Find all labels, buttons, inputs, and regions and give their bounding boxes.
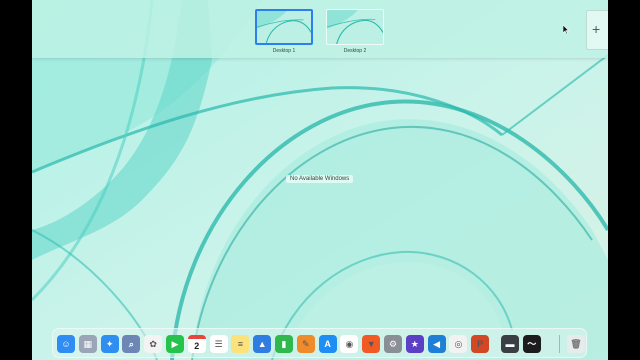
system-settings-icon[interactable]: ⚙: [384, 335, 402, 353]
photos-icon[interactable]: ✿: [144, 335, 163, 353]
plus-icon: +: [592, 21, 601, 37]
imovie-icon[interactable]: ★: [405, 335, 424, 353]
desktop-screen: Desktop 1 Desktop 2 + No Available Windo…: [32, 0, 608, 360]
launchpad-icon[interactable]: ▦: [78, 335, 97, 353]
notes-icon[interactable]: ≡: [231, 335, 250, 353]
vscode-icon[interactable]: ◀: [427, 335, 446, 353]
mouse-cursor-icon: [563, 25, 569, 34]
calendar-icon[interactable]: 2: [187, 335, 206, 353]
spaces-bar: Desktop 1 Desktop 2 +: [32, 0, 608, 58]
keynote-icon[interactable]: ▲: [253, 335, 272, 353]
numbers-icon[interactable]: ▮: [275, 335, 293, 353]
preview-icon[interactable]: ⌕: [122, 335, 141, 353]
desktop-1-label: Desktop 1: [272, 48, 296, 54]
desktop-1-space[interactable]: Desktop 1: [253, 9, 315, 54]
voice-memos-icon[interactable]: 〜: [522, 335, 541, 353]
powerpoint-icon[interactable]: P: [471, 335, 490, 353]
desktop-2-label: Desktop 2: [343, 48, 367, 54]
screen-recorder-icon[interactable]: ▬: [501, 335, 519, 353]
finder-icon[interactable]: ☺: [57, 335, 75, 353]
pages-icon[interactable]: ✎: [296, 335, 315, 353]
chrome-icon[interactable]: ◉: [340, 335, 359, 353]
app-store-icon[interactable]: A: [318, 335, 337, 353]
add-space-button[interactable]: +: [586, 10, 608, 50]
trash-icon[interactable]: 🗑: [567, 335, 585, 353]
dock-separator: [559, 335, 560, 353]
reminders-icon[interactable]: ☰: [209, 335, 228, 353]
blender-icon[interactable]: ◎: [449, 335, 468, 353]
no-windows-message: No Available Windows: [286, 175, 354, 183]
safari-icon[interactable]: ✦: [100, 335, 119, 353]
dock: ☺ ▦ ✦ ⌕ ✿ ▶ 2 ☰ ≡ ▲ ▮ ✎ A ◉ ▼ ⚙ ★ ◀ ◎ P ▬ 〜 🗑: [52, 328, 587, 358]
brave-icon[interactable]: ▼: [362, 335, 381, 353]
desktop-2-thumbnail[interactable]: [326, 9, 384, 45]
desktop-1-thumbnail[interactable]: [255, 9, 313, 45]
desktop-2-space[interactable]: Desktop 2: [324, 9, 386, 54]
facetime-icon[interactable]: ▶: [166, 335, 184, 353]
